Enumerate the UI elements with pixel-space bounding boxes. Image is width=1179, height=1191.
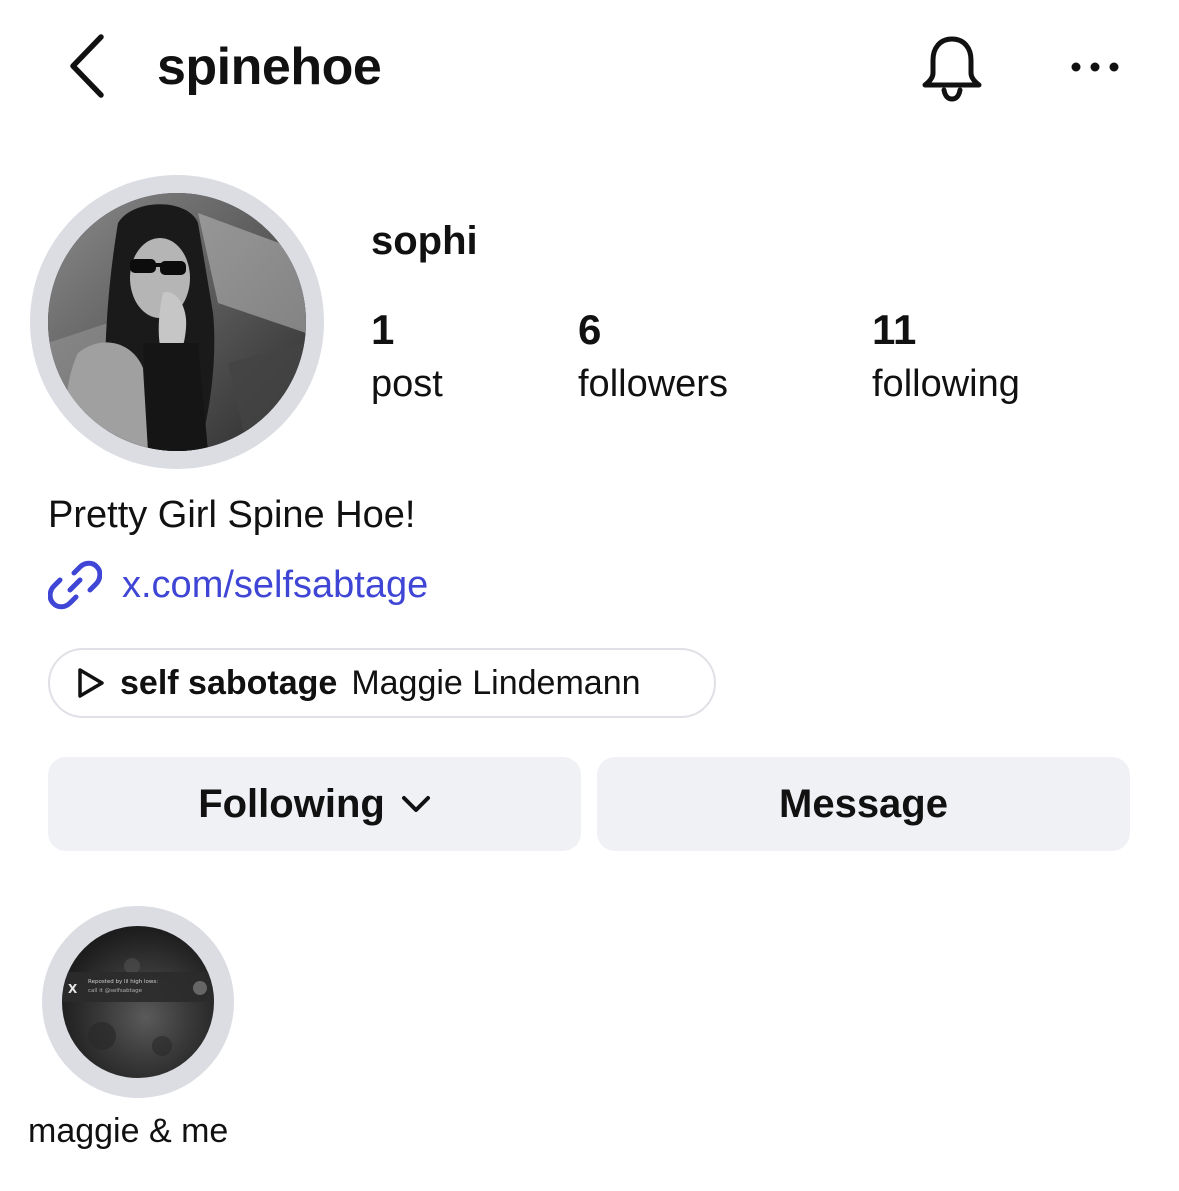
posts-count: 1 xyxy=(371,306,395,353)
more-horizontal-icon xyxy=(1071,62,1119,72)
message-button[interactable]: Message xyxy=(597,757,1130,851)
highlight-label: maggie & me xyxy=(28,1112,229,1150)
highlight-cover: X Reposted by lil high lows: call it @se… xyxy=(62,926,214,1078)
avatar-photo xyxy=(48,193,306,451)
back-button[interactable] xyxy=(52,28,122,104)
message-button-label: Message xyxy=(779,781,948,826)
highlight-thumb-text-1: Reposted by lil high lows: xyxy=(88,979,158,985)
posts-label: post xyxy=(371,363,443,405)
display-name: sophi xyxy=(371,219,478,263)
link-icon xyxy=(48,560,102,610)
followers-stat[interactable]: 6 followers xyxy=(578,303,728,411)
song-artist: Maggie Lindemann xyxy=(351,663,641,702)
profile-link-text: x.com/selfsabtage xyxy=(122,564,429,606)
chevron-down-icon xyxy=(401,796,430,812)
more-options-button[interactable] xyxy=(1060,40,1130,94)
following-stat[interactable]: 11 following xyxy=(872,303,1020,411)
song-title: self sabotage xyxy=(120,663,338,702)
bell-icon xyxy=(922,36,982,102)
posts-stat[interactable]: 1 post xyxy=(371,303,443,411)
highlight-thumb-text-2: call it @selfsabtage xyxy=(88,988,143,994)
followers-count: 6 xyxy=(578,306,602,353)
svg-text:X: X xyxy=(68,982,78,996)
chevron-left-icon xyxy=(70,34,104,98)
following-label: following xyxy=(872,363,1020,405)
story-highlight[interactable]: X Reposted by lil high lows: call it @se… xyxy=(42,906,234,1098)
notifications-button[interactable] xyxy=(912,28,992,108)
followers-label: followers xyxy=(578,363,728,405)
following-button[interactable]: Following xyxy=(48,757,581,851)
following-count: 11 xyxy=(872,306,917,353)
profile-avatar[interactable] xyxy=(30,175,324,469)
profile-link[interactable]: x.com/selfsabtage xyxy=(48,556,428,614)
profile-username: spinehoe xyxy=(157,38,382,96)
profile-bio: Pretty Girl Spine Hoe! xyxy=(48,494,416,536)
following-button-label: Following xyxy=(198,781,385,826)
play-icon xyxy=(78,668,104,698)
profile-music-pill[interactable]: self sabotage Maggie Lindemann xyxy=(48,648,716,718)
